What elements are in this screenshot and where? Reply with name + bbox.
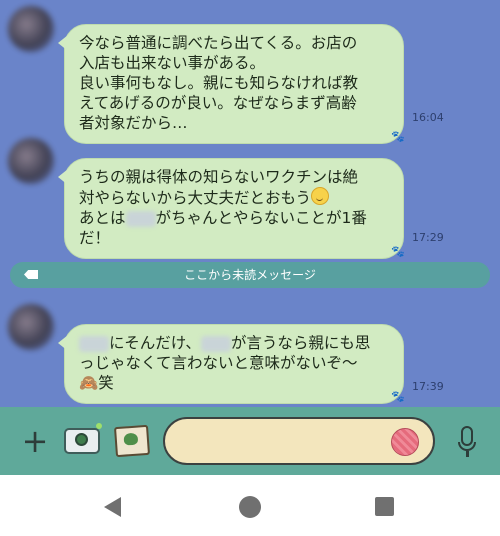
plus-icon[interactable]: + — [18, 423, 52, 459]
system-navigation-bar — [0, 475, 500, 536]
paw-icon: 🐾 — [391, 245, 405, 258]
message-input-bar: + — [0, 407, 500, 475]
mic-icon[interactable] — [452, 423, 478, 459]
tag-icon — [24, 270, 38, 279]
message-bubble[interactable]: にそんだけ、 が言うなら親にも思 っじゃなくて言わないと意味がないぞ〜 🙈笑 🐾 — [58, 324, 405, 404]
message-line: 🙈笑 — [79, 374, 114, 392]
message-line: 者対象だから… — [79, 114, 188, 132]
message-time: 16:04 — [412, 111, 444, 124]
camera-icon[interactable] — [64, 423, 102, 459]
new-indicator-dot — [96, 423, 102, 429]
message-line: 入店も出来ない事がある。 — [79, 54, 266, 72]
message-line-1: にそんだけ、 が言うなら親にも思 — [79, 333, 389, 353]
message-line-2: 対やらないから大丈夫だとおもう — [79, 187, 389, 208]
nav-back-icon[interactable] — [104, 497, 121, 517]
unread-divider: ここから未読メッセージ — [10, 262, 490, 288]
message-line: 今なら普通に調べたら出てくる。お店の — [79, 34, 358, 52]
nav-recent-icon[interactable] — [375, 497, 394, 516]
message-line: っじゃなくて言わないと意味がないぞ〜 — [79, 354, 358, 372]
message-line: 良い事何もなし。親にも知らなければ教 — [79, 74, 359, 92]
message-line: だ！ — [79, 229, 111, 247]
message-bubble[interactable]: 今なら普通に調べたら出てくる。お店の 入店も出来ない事がある。 良い事何もなし。… — [58, 24, 405, 144]
nav-home-icon[interactable] — [239, 496, 261, 518]
paw-icon: 🐾 — [391, 130, 405, 143]
yarn-sticker-icon[interactable] — [391, 428, 419, 456]
message-time: 17:29 — [412, 231, 444, 244]
message-line: えてあげるのが良い。なぜならまず高齢 — [79, 94, 357, 112]
message-time: 17:39 — [412, 380, 444, 393]
redacted-name — [79, 335, 109, 352]
chat-area: 今なら普通に調べたら出てくる。お店の 入店も出来ない事がある。 良い事何もなし。… — [0, 0, 500, 407]
message-line: うちの親は得体の知らないワクチンは絶 — [79, 168, 359, 186]
sender-avatar[interactable] — [8, 304, 54, 350]
message-line-3: あとは がちゃんとやらないことが1番 — [79, 209, 367, 227]
redacted-name — [125, 210, 156, 227]
redacted-name — [200, 335, 231, 352]
sender-avatar[interactable] — [8, 138, 54, 184]
sender-avatar[interactable] — [8, 6, 54, 52]
photo-icon[interactable] — [113, 423, 151, 459]
message-input-field[interactable] — [163, 417, 435, 465]
message-bubble[interactable]: うちの親は得体の知らないワクチンは絶 対やらないから大丈夫だとおもう あとは がち… — [58, 158, 405, 259]
smiling-tear-emoji-icon — [311, 187, 330, 205]
paw-icon: 🐾 — [391, 390, 405, 403]
